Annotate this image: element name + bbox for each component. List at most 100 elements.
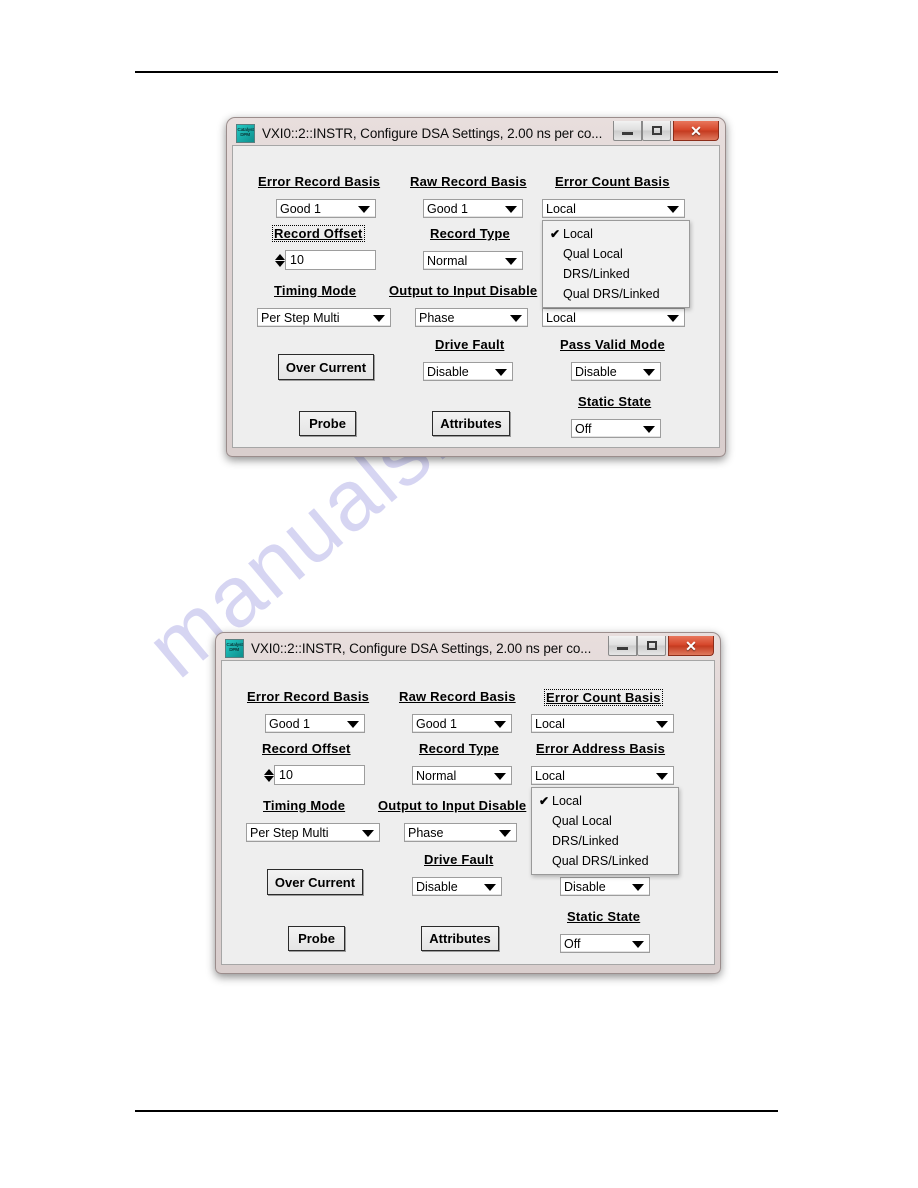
maximize-button[interactable] — [642, 121, 671, 141]
dropdown-item-local[interactable]: ✔ Local — [543, 224, 689, 244]
label-static-state: Static State — [567, 909, 641, 924]
label-raw-record-basis: Raw Record Basis — [399, 689, 516, 704]
record-offset-value[interactable]: 10 — [274, 765, 365, 785]
minimize-button[interactable] — [613, 121, 642, 141]
combo-drive-fault-value: Disable — [416, 879, 458, 894]
label-record-type: Record Type — [430, 226, 510, 241]
combo-timing-mode[interactable]: Per Step Multi — [246, 823, 380, 842]
probe-button[interactable]: Probe — [288, 926, 345, 951]
dsa-settings-window-1[interactable]: Catalyst DPM VXI0::2::INSTR, Configure D… — [226, 117, 726, 457]
dropdown-item-label: Local — [563, 227, 593, 241]
dropdown-item-label: Qual DRS/Linked — [552, 854, 649, 868]
combo-record-type[interactable]: Normal — [423, 251, 523, 270]
combo-pass-valid-mode[interactable]: Disable — [560, 877, 650, 896]
spinner-record-offset[interactable]: 10 — [274, 250, 376, 270]
label-error-record-basis: Error Record Basis — [247, 689, 370, 704]
minimize-icon — [617, 646, 628, 650]
combo-error-address-basis-value: Local — [546, 310, 576, 325]
chevron-down-icon — [510, 314, 522, 322]
dsa-settings-window-2[interactable]: Catalyst DPM VXI0::2::INSTR, Configure D… — [215, 632, 721, 974]
label-error-count-basis: Error Count Basis — [544, 689, 663, 706]
dropdown-item-qual-drs-linked[interactable]: Qual DRS/Linked — [543, 284, 689, 304]
dropdown-item-label: Qual Local — [552, 814, 612, 828]
window-2-titlebar[interactable]: Catalyst DPM VXI0::2::INSTR, Configure D… — [221, 636, 715, 660]
dropdown-item-label: DRS/Linked — [563, 267, 630, 281]
spinner-down-icon[interactable] — [274, 260, 285, 267]
combo-static-state[interactable]: Off — [560, 934, 650, 953]
combo-error-address-basis-value: Local — [535, 768, 565, 783]
chevron-down-icon — [494, 772, 506, 780]
spinner-record-offset[interactable]: 10 — [263, 765, 365, 785]
spinner-up-icon[interactable] — [274, 253, 285, 260]
combo-drive-fault[interactable]: Disable — [423, 362, 513, 381]
combo-drive-fault-value: Disable — [427, 364, 469, 379]
combo-static-state-value: Off — [575, 421, 592, 436]
chevron-down-icon — [373, 314, 385, 322]
dropdown-item-label: DRS/Linked — [552, 834, 619, 848]
combo-drive-fault[interactable]: Disable — [412, 877, 502, 896]
maximize-icon — [646, 641, 657, 650]
close-button[interactable]: ✕ — [668, 636, 714, 656]
over-current-button[interactable]: Over Current — [278, 354, 374, 380]
combo-raw-record-basis[interactable]: Good 1 — [423, 199, 523, 218]
record-offset-value[interactable]: 10 — [285, 250, 376, 270]
dropdown-item-label: Qual Local — [563, 247, 623, 261]
spinner-down-icon[interactable] — [263, 775, 274, 782]
combo-timing-mode-value: Per Step Multi — [261, 310, 340, 325]
label-record-offset: Record Offset — [272, 225, 365, 242]
spinner-up-icon[interactable] — [263, 768, 274, 775]
chevron-down-icon — [494, 720, 506, 728]
label-pass-valid-mode: Pass Valid Mode — [560, 337, 665, 352]
combo-error-count-basis[interactable]: Local — [531, 714, 674, 733]
dropdown-item-local[interactable]: ✔ Local — [532, 791, 678, 811]
spinner-arrows[interactable] — [274, 250, 285, 270]
dropdown-item-drs-linked[interactable]: DRS/Linked — [543, 264, 689, 284]
minimize-icon — [622, 131, 633, 135]
chevron-down-icon — [667, 314, 679, 322]
combo-error-address-basis[interactable]: Local — [542, 308, 685, 327]
window-1-titlebar[interactable]: Catalyst DPM VXI0::2::INSTR, Configure D… — [232, 121, 720, 145]
probe-button[interactable]: Probe — [299, 411, 356, 436]
dropdown-item-qual-local[interactable]: Qual Local — [543, 244, 689, 264]
combo-output-to-input-disable[interactable]: Phase — [415, 308, 528, 327]
over-current-button[interactable]: Over Current — [267, 869, 363, 895]
combo-record-type-value: Normal — [427, 253, 468, 268]
dropdown-item-qual-local[interactable]: Qual Local — [532, 811, 678, 831]
dropdown-item-drs-linked[interactable]: DRS/Linked — [532, 831, 678, 851]
label-drive-fault: Drive Fault — [424, 852, 494, 867]
combo-output-to-input-disable[interactable]: Phase — [404, 823, 517, 842]
combo-raw-record-basis[interactable]: Good 1 — [412, 714, 512, 733]
combo-error-record-basis[interactable]: Good 1 — [276, 199, 376, 218]
label-record-type: Record Type — [419, 741, 499, 756]
combo-error-record-basis[interactable]: Good 1 — [265, 714, 365, 733]
error-count-basis-dropdown-list[interactable]: ✔ Local Qual Local DRS/Linked Qual DRS/L… — [542, 220, 690, 308]
label-error-record-basis: Error Record Basis — [258, 174, 381, 189]
chevron-down-icon — [505, 257, 517, 265]
combo-error-count-basis[interactable]: Local — [542, 199, 685, 218]
dropdown-item-qual-drs-linked[interactable]: Qual DRS/Linked — [532, 851, 678, 871]
combo-error-count-basis-value: Local — [535, 716, 565, 731]
combo-timing-mode[interactable]: Per Step Multi — [257, 308, 391, 327]
combo-record-type[interactable]: Normal — [412, 766, 512, 785]
chevron-down-icon — [667, 205, 679, 213]
combo-static-state[interactable]: Off — [571, 419, 661, 438]
close-button[interactable]: ✕ — [673, 121, 719, 141]
dropdown-item-label: Local — [552, 794, 582, 808]
combo-pass-valid-mode[interactable]: Disable — [571, 362, 661, 381]
combo-static-state-value: Off — [564, 936, 581, 951]
spinner-arrows[interactable] — [263, 765, 274, 785]
error-address-basis-dropdown-list[interactable]: ✔ Local Qual Local DRS/Linked Qual DRS/L… — [531, 787, 679, 875]
maximize-button[interactable] — [637, 636, 666, 656]
combo-record-type-value: Normal — [416, 768, 457, 783]
chevron-down-icon — [495, 368, 507, 376]
window-2-client-area: Error Record Basis Good 1 Record Offset … — [221, 660, 715, 965]
combo-error-address-basis[interactable]: Local — [531, 766, 674, 785]
page-header-rule — [135, 71, 778, 73]
app-icon-text-bottom: DPM — [240, 132, 251, 138]
minimize-button[interactable] — [608, 636, 637, 656]
attributes-button[interactable]: Attributes — [421, 926, 499, 951]
combo-raw-record-basis-value: Good 1 — [427, 201, 469, 216]
combo-raw-record-basis-value: Good 1 — [416, 716, 458, 731]
attributes-button[interactable]: Attributes — [432, 411, 510, 436]
label-static-state: Static State — [578, 394, 652, 409]
